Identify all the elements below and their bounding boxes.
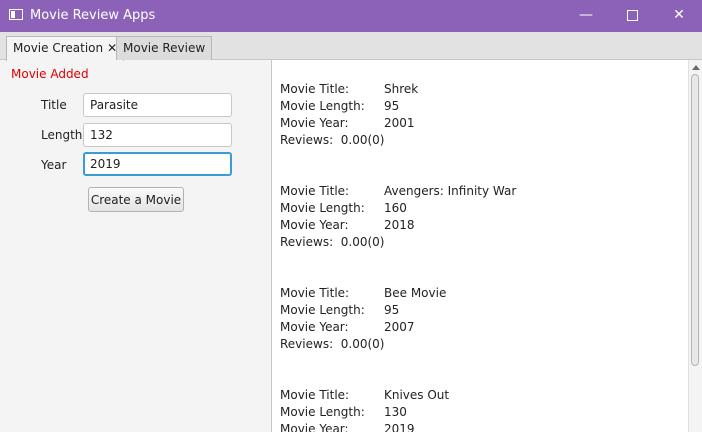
- title-bar: Movie Review Apps — ✕: [0, 0, 702, 32]
- movie-entry: Movie Title: Avengers: Infinity War Movie…: [280, 184, 517, 249]
- movie-entry: Movie Title: Shrek Movie Length: 95 Movie …: [280, 82, 419, 147]
- year-input[interactable]: [83, 152, 232, 176]
- app-icon: [9, 9, 23, 20]
- movie-entry: Movie Title: Bee Movie Movie Length: 95 Mo…: [280, 286, 447, 351]
- status-message: Movie Added: [11, 67, 89, 81]
- tab-movie-review[interactable]: Movie Review: [116, 36, 213, 60]
- maximize-icon: [626, 9, 638, 21]
- movie-year-value: 2007: [384, 320, 415, 334]
- movie-length-value: 95: [384, 99, 400, 113]
- title-label: Title: [41, 98, 67, 112]
- tab-bar: Movie Creation ✕ Movie Review: [0, 32, 702, 61]
- movie-entry: Movie Title: Knives Out Movie Length: 130 …: [280, 387, 449, 432]
- movie-year-value: 2018: [384, 218, 415, 232]
- movie-reviews-value: 0.00(0): [340, 133, 385, 147]
- movie-creation-form: Movie Added Title Length Year Create a M…: [0, 60, 270, 432]
- movie-title-value: Bee Movie: [384, 286, 447, 300]
- movie-title-value: Knives Out: [384, 388, 450, 402]
- length-label: Length: [41, 128, 83, 142]
- length-input[interactable]: [83, 123, 232, 147]
- close-button[interactable]: ✕: [656, 0, 702, 32]
- movie-year-value: 2019: [384, 422, 415, 432]
- create-movie-button[interactable]: Create a Movie: [88, 187, 184, 212]
- movie-list[interactable]: Movie Title: Shrek Movie Length: 95 Movie …: [271, 60, 702, 432]
- minimize-button[interactable]: —: [563, 0, 609, 32]
- movie-length-value: 95: [384, 303, 400, 317]
- scrollbar-thumb[interactable]: [691, 74, 699, 366]
- scroll-up-arrow-icon[interactable]: [692, 65, 700, 70]
- movie-title-value: Avengers: Infinity War: [384, 184, 517, 198]
- vertical-scrollbar[interactable]: [688, 60, 702, 432]
- maximize-button[interactable]: [609, 0, 655, 32]
- movie-reviews-value: 0.00(0): [340, 235, 385, 249]
- movie-year-value: 2001: [384, 116, 415, 130]
- tab-label: Movie Creation: [13, 41, 104, 55]
- tab-movie-creation[interactable]: Movie Creation ✕: [6, 36, 125, 61]
- year-label: Year: [41, 158, 67, 172]
- movie-length-value: 130: [384, 405, 407, 419]
- window-title: Movie Review Apps: [30, 8, 156, 23]
- movie-reviews-value: 0.00(0): [340, 337, 385, 351]
- movie-title-value: Shrek: [384, 82, 419, 96]
- movie-length-value: 160: [384, 201, 407, 215]
- title-input[interactable]: [83, 93, 232, 117]
- tab-label: Movie Review: [123, 41, 206, 55]
